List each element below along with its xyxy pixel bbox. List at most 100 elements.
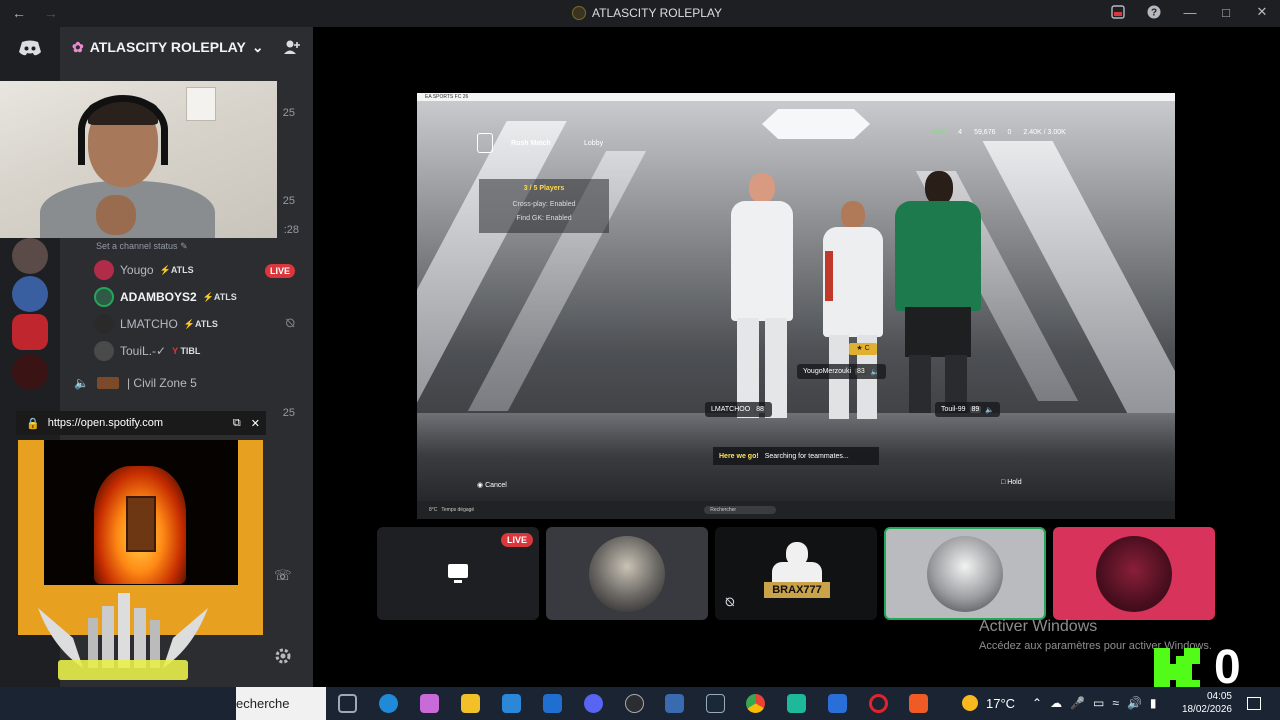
discord-icon[interactable] bbox=[584, 694, 603, 713]
spotify-url[interactable]: https://open.spotify.com bbox=[48, 417, 225, 429]
server-avatar[interactable] bbox=[12, 238, 48, 274]
player-name-tag: LMATCHOO 88 bbox=[705, 402, 772, 417]
background-door bbox=[186, 87, 216, 121]
add-member-icon[interactable] bbox=[283, 38, 301, 56]
hold-label: Hold bbox=[1007, 479, 1022, 486]
server-avatar[interactable] bbox=[12, 314, 48, 350]
server-header[interactable]: ✿ ATLASCITY ROLEPLAY ⌄ bbox=[60, 27, 313, 67]
maximize-icon[interactable]: □ bbox=[1218, 4, 1234, 20]
cancel-button[interactable]: ◉ Cancel bbox=[477, 481, 507, 489]
taskbar-search[interactable]: echerche bbox=[236, 687, 326, 720]
captain-text: C bbox=[864, 345, 870, 352]
nav-rush-match[interactable]: Rush Match bbox=[511, 140, 551, 147]
taskbar-weather[interactable]: 17°C bbox=[962, 695, 1015, 711]
steam-like-icon[interactable] bbox=[625, 694, 644, 713]
avatar bbox=[589, 535, 665, 612]
count-badge: 25 bbox=[282, 195, 295, 207]
player-name: Touil-99 bbox=[941, 406, 966, 413]
volume-icon[interactable]: 🔊 bbox=[1127, 696, 1142, 710]
participant-tile-moto[interactable] bbox=[546, 527, 708, 620]
store-icon[interactable] bbox=[502, 694, 521, 713]
voice-member[interactable]: ADAMBOYS2 ⚡ATLS bbox=[94, 285, 237, 309]
svg-text:?: ? bbox=[1151, 8, 1157, 19]
level-value: 4 bbox=[958, 129, 963, 136]
channel-emoji-icon bbox=[96, 377, 119, 389]
coins-value: 59,676 bbox=[974, 129, 996, 136]
points-value: 0 bbox=[1007, 129, 1012, 136]
copilot-icon[interactable] bbox=[420, 694, 439, 713]
task-view-icon[interactable] bbox=[338, 694, 357, 713]
voice-member[interactable]: Yougo ⚡ATLS bbox=[94, 258, 194, 282]
player-name-tag: Touil-99 89 🔈 bbox=[935, 402, 1001, 417]
file-explorer-icon[interactable] bbox=[461, 694, 480, 713]
player-stats: MAX 4 59,676 0 2.40K / 3.00K bbox=[931, 129, 1066, 136]
edge-icon[interactable] bbox=[379, 694, 398, 713]
hold-button[interactable]: □ Hold bbox=[1001, 479, 1022, 486]
flower-icon: ✿ bbox=[72, 38, 84, 55]
spotify-url-bar: 🔒 https://open.spotify.com ⧉ ✕ bbox=[16, 411, 266, 435]
cloud-icon[interactable]: ☁ bbox=[1050, 696, 1062, 710]
disconnect-icon[interactable]: ☏ bbox=[274, 567, 292, 584]
lock-icon: 🔒 bbox=[26, 417, 40, 430]
app-icon[interactable] bbox=[665, 694, 684, 713]
discord-logo-icon[interactable] bbox=[18, 39, 42, 57]
participant-tile-screen[interactable]: LIVE bbox=[377, 527, 539, 620]
member-tag-text: TIBL bbox=[180, 346, 201, 356]
wifi-icon[interactable]: ≈ bbox=[1112, 696, 1119, 710]
member-tag-text: ATLS bbox=[213, 291, 237, 302]
help-icon[interactable]: ? bbox=[1146, 4, 1162, 20]
ceiling-lamp bbox=[762, 109, 870, 139]
member-tag: ⚡ATLS bbox=[183, 318, 218, 329]
chevron-down-icon: ⌄ bbox=[251, 38, 264, 55]
brave-icon[interactable] bbox=[909, 694, 928, 713]
settings-gear-icon[interactable] bbox=[274, 647, 292, 665]
screen-root: ← → ATLASCITY ROLEPLAY ? — □ ✕ ✿ ATLASCI… bbox=[0, 0, 1280, 720]
chrome-icon[interactable] bbox=[746, 694, 765, 713]
member-name: Yougo bbox=[120, 263, 154, 277]
server-avatar[interactable] bbox=[12, 276, 48, 312]
notification-icon[interactable] bbox=[1247, 697, 1261, 710]
voice-channel-name: | Civil Zone 5 bbox=[126, 376, 197, 390]
lobby-panel: 3 / 5 Players Cross-play: Enabled Find G… bbox=[479, 179, 609, 233]
mic-icon[interactable]: 🎤 bbox=[1070, 696, 1085, 710]
opera-icon[interactable] bbox=[869, 694, 888, 713]
album-art-dark bbox=[44, 440, 238, 585]
back-arrow-icon[interactable]: ← bbox=[12, 5, 26, 21]
outlook-icon[interactable] bbox=[543, 694, 562, 713]
voice-member[interactable]: TouiL.-✓ Y TIBL bbox=[94, 339, 200, 363]
speaker-icon: 🔈 bbox=[870, 368, 880, 376]
nav-lobby[interactable]: Lobby bbox=[584, 140, 603, 147]
participant-tile-brax[interactable]: BRAX777 ⦰ bbox=[715, 527, 877, 620]
activate-windows-watermark: Activer Windows Accédez aux paramètres p… bbox=[979, 618, 1212, 652]
app-green-icon[interactable] bbox=[787, 694, 806, 713]
game-stream[interactable]: EA SPORTS FC 26 Rush Match Lobby MAX 4 5… bbox=[417, 93, 1175, 519]
avatar bbox=[1096, 535, 1172, 612]
participant-tile-anime[interactable] bbox=[1053, 527, 1215, 620]
forward-arrow-icon[interactable]: → bbox=[44, 5, 58, 21]
battery-status-icon[interactable]: ▮ bbox=[1150, 696, 1157, 710]
battery-icon[interactable]: ▭ bbox=[1093, 696, 1104, 710]
channel-status[interactable]: Set a channel status ✎ bbox=[96, 241, 188, 252]
avatar: BRAX777 bbox=[758, 536, 834, 612]
nav-buttons: ← → bbox=[12, 5, 72, 21]
app-blue-icon[interactable] bbox=[828, 694, 847, 713]
count-badge: :28 bbox=[283, 224, 299, 236]
participant-tile-soldier[interactable] bbox=[884, 527, 1046, 620]
close-icon[interactable]: ✕ bbox=[1254, 4, 1270, 20]
voice-channel-civil-zone[interactable]: 🔈 | Civil Zone 5 bbox=[74, 376, 197, 390]
player-name-tag: YougoMerzouki 83 🔈 bbox=[797, 364, 886, 379]
server-name: ATLASCITY ROLEPLAY bbox=[89, 39, 246, 55]
taskbar-clock[interactable]: 04:05 18/02/2026 bbox=[1180, 690, 1232, 716]
expand-icon[interactable]: ⧉ bbox=[233, 417, 241, 430]
chevron-up-icon[interactable]: ⌃ bbox=[1032, 696, 1042, 710]
monitor-icon bbox=[448, 564, 468, 583]
crossplay-status: Cross-play: Enabled bbox=[512, 201, 576, 208]
inbox-icon[interactable] bbox=[1110, 4, 1126, 20]
voice-member[interactable]: LMATCHO ⚡ATLS bbox=[94, 312, 218, 336]
minimize-icon[interactable]: — bbox=[1182, 4, 1198, 20]
close-icon[interactable]: ✕ bbox=[251, 417, 260, 430]
server-avatar[interactable] bbox=[12, 354, 48, 390]
steam-icon[interactable] bbox=[706, 694, 725, 713]
avatar bbox=[94, 314, 114, 334]
player-name: YougoMerzouki bbox=[803, 368, 851, 375]
